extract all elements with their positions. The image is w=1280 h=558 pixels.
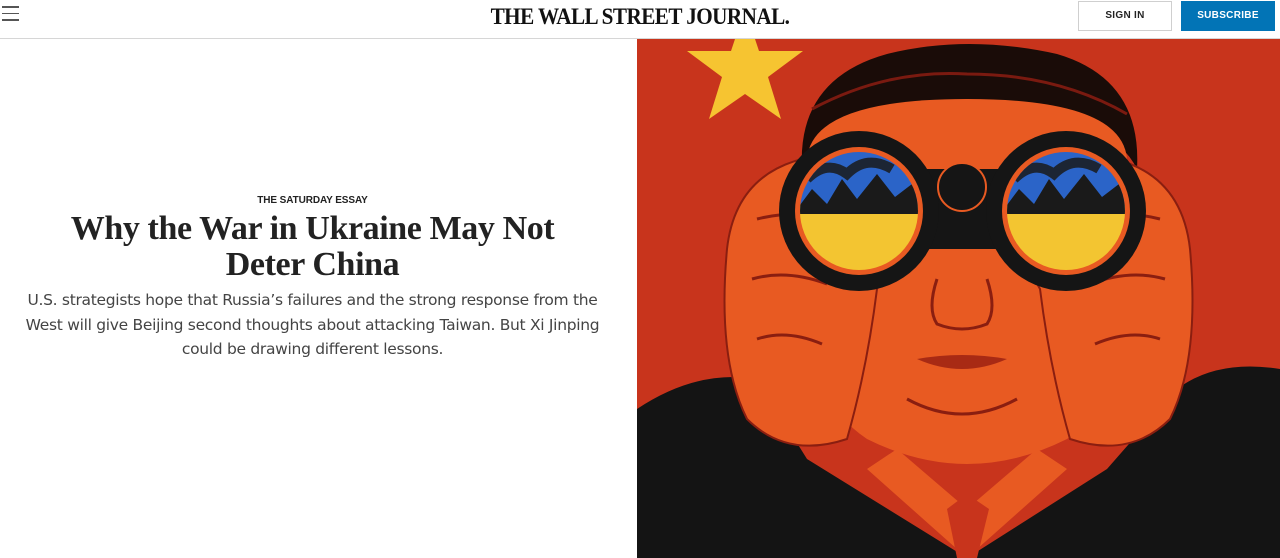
subscribe-button[interactable]: SUBSCRIBE (1181, 1, 1275, 31)
site-header: THE WALL STREET JOURNAL. SIGN IN SUBSCRI… (0, 0, 1280, 39)
hamburger-menu-icon[interactable] (2, 6, 20, 22)
sign-in-button[interactable]: SIGN IN (1078, 1, 1172, 31)
binoculars-illustration-image (637, 39, 1280, 558)
article-text-panel: THE SATURDAY ESSAY Why the War in Ukrain… (0, 40, 637, 558)
article-kicker[interactable]: THE SATURDAY ESSAY (0, 195, 625, 206)
article-summary: U.S. strategists hope that Russia’s fail… (25, 291, 600, 358)
hero-illustration[interactable] (637, 39, 1280, 558)
article-headline[interactable]: Why the War in Ukraine May Not Deter Chi… (30, 211, 595, 283)
site-logo[interactable]: THE WALL STREET JOURNAL. (51, 4, 1229, 30)
